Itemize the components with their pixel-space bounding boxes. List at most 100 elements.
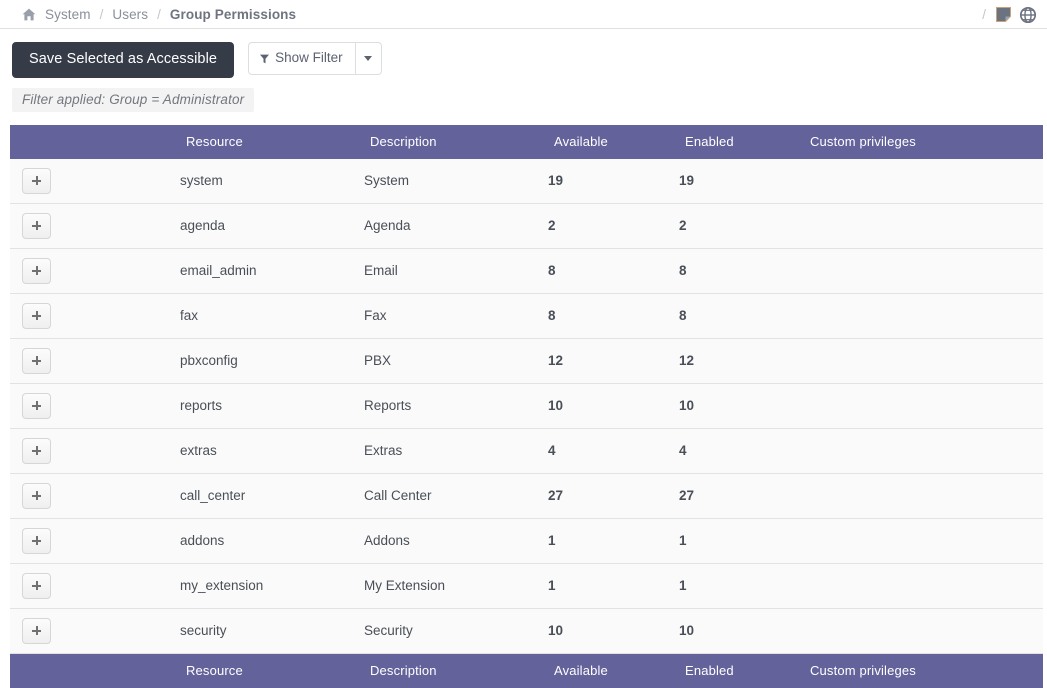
show-filter-dropdown-toggle[interactable] <box>355 42 382 75</box>
cell-description: Call Center <box>364 473 548 519</box>
cell-enabled: 27 <box>679 473 804 519</box>
cell-description: My Extension <box>364 563 548 609</box>
expand-cell <box>10 608 66 654</box>
cell-enabled: 4 <box>679 428 804 474</box>
table-body: system System 19 19 agenda Agenda 2 2 email_admi… <box>10 158 1043 654</box>
save-selected-as-accessible-button[interactable]: Save Selected as Accessible <box>12 42 235 78</box>
note-icon[interactable] <box>995 6 1012 23</box>
cell-description: Fax <box>364 293 548 339</box>
expand-row-button[interactable] <box>22 392 51 419</box>
plus-icon <box>32 266 41 275</box>
home-icon[interactable] <box>22 8 36 21</box>
spacer-cell <box>66 563 180 609</box>
cell-available: 2 <box>548 203 679 249</box>
plus-icon <box>32 581 41 590</box>
plus-icon <box>32 221 41 230</box>
cell-resource: fax <box>180 293 364 339</box>
breadcrumb-bar: System / Users / Group Permissions / <box>0 0 1047 29</box>
show-filter-button[interactable]: Show Filter <box>248 42 356 75</box>
cell-custom-privileges <box>804 383 1043 429</box>
cell-custom-privileges <box>804 203 1043 249</box>
breadcrumb-right-tools: / <box>982 0 1037 29</box>
expand-cell <box>10 473 66 519</box>
column-header-available[interactable]: Available <box>548 124 679 159</box>
spacer-cell <box>66 383 180 429</box>
table-row[interactable]: reports Reports 10 10 <box>10 383 1043 429</box>
globe-icon[interactable] <box>1019 6 1037 24</box>
spacer-cell <box>66 428 180 474</box>
table-row[interactable]: fax Fax 8 8 <box>10 293 1043 339</box>
cell-enabled: 8 <box>679 248 804 294</box>
expand-row-button[interactable] <box>22 527 51 554</box>
cell-custom-privileges <box>804 338 1043 384</box>
funnel-icon <box>260 53 270 64</box>
breadcrumb-item-system[interactable]: System <box>45 7 91 22</box>
breadcrumb-item-users[interactable]: Users <box>112 7 148 22</box>
cell-enabled: 19 <box>679 158 804 204</box>
column-header-custom-privileges[interactable]: Custom privileges <box>804 124 1043 159</box>
footer-header-expand <box>10 653 66 688</box>
table-row[interactable]: extras Extras 4 4 <box>10 428 1043 474</box>
footer-header-available[interactable]: Available <box>548 653 679 688</box>
expand-cell <box>10 248 66 294</box>
footer-header-enabled[interactable]: Enabled <box>679 653 804 688</box>
expand-row-button[interactable] <box>22 302 51 329</box>
cell-description: Extras <box>364 428 548 474</box>
cell-description: Email <box>364 248 548 294</box>
footer-header-description[interactable]: Description <box>364 653 548 688</box>
table-row[interactable]: security Security 10 10 <box>10 608 1043 654</box>
expand-row-button[interactable] <box>22 617 51 644</box>
cell-resource: my_extension <box>180 563 364 609</box>
cell-resource: call_center <box>180 473 364 519</box>
cell-description: System <box>364 158 548 204</box>
expand-row-button[interactable] <box>22 437 51 464</box>
table-row[interactable]: pbxconfig PBX 12 12 <box>10 338 1043 384</box>
cell-custom-privileges <box>804 518 1043 564</box>
table-header-row: Resource Description Available Enabled C… <box>10 124 1043 159</box>
cell-enabled: 8 <box>679 293 804 339</box>
plus-icon <box>32 401 41 410</box>
expand-row-button[interactable] <box>22 572 51 599</box>
cell-resource: agenda <box>180 203 364 249</box>
table-footer-row: Resource Description Available Enabled C… <box>10 653 1043 688</box>
expand-row-button[interactable] <box>22 257 51 284</box>
expand-row-button[interactable] <box>22 167 51 194</box>
spacer-cell <box>66 203 180 249</box>
table-row[interactable]: call_center Call Center 27 27 <box>10 473 1043 519</box>
table-row[interactable]: my_extension My Extension 1 1 <box>10 563 1043 609</box>
cell-description: Addons <box>364 518 548 564</box>
table-row[interactable]: email_admin Email 8 8 <box>10 248 1043 294</box>
table-row[interactable]: agenda Agenda 2 2 <box>10 203 1043 249</box>
plus-icon <box>32 536 41 545</box>
column-header-spacer <box>66 124 180 159</box>
filter-applied-notice: Filter applied: Group = Administrator <box>12 87 255 112</box>
plus-icon <box>32 311 41 320</box>
expand-row-button[interactable] <box>22 212 51 239</box>
cell-custom-privileges <box>804 428 1043 474</box>
cell-resource: addons <box>180 518 364 564</box>
plus-icon <box>32 176 41 185</box>
cell-description: Agenda <box>364 203 548 249</box>
expand-row-button[interactable] <box>22 482 51 509</box>
cell-description: Security <box>364 608 548 654</box>
column-header-enabled[interactable]: Enabled <box>679 124 804 159</box>
expand-row-button[interactable] <box>22 347 51 374</box>
spacer-cell <box>66 293 180 339</box>
cell-enabled: 12 <box>679 338 804 384</box>
breadcrumb: System / Users / Group Permissions <box>22 7 296 22</box>
spacer-cell <box>66 338 180 384</box>
column-header-resource[interactable]: Resource <box>180 124 364 159</box>
cell-available: 1 <box>548 518 679 564</box>
cell-available: 19 <box>548 158 679 204</box>
cell-available: 10 <box>548 383 679 429</box>
table-row[interactable]: addons Addons 1 1 <box>10 518 1043 564</box>
filter-notice-container: Filter applied: Group = Administrator <box>0 78 1047 112</box>
cell-enabled: 1 <box>679 518 804 564</box>
show-filter-button-group: Show Filter <box>248 42 382 75</box>
spacer-cell <box>66 248 180 294</box>
spacer-cell <box>66 608 180 654</box>
footer-header-custom-privileges[interactable]: Custom privileges <box>804 653 1043 688</box>
footer-header-resource[interactable]: Resource <box>180 653 364 688</box>
column-header-description[interactable]: Description <box>364 124 548 159</box>
table-row[interactable]: system System 19 19 <box>10 158 1043 204</box>
